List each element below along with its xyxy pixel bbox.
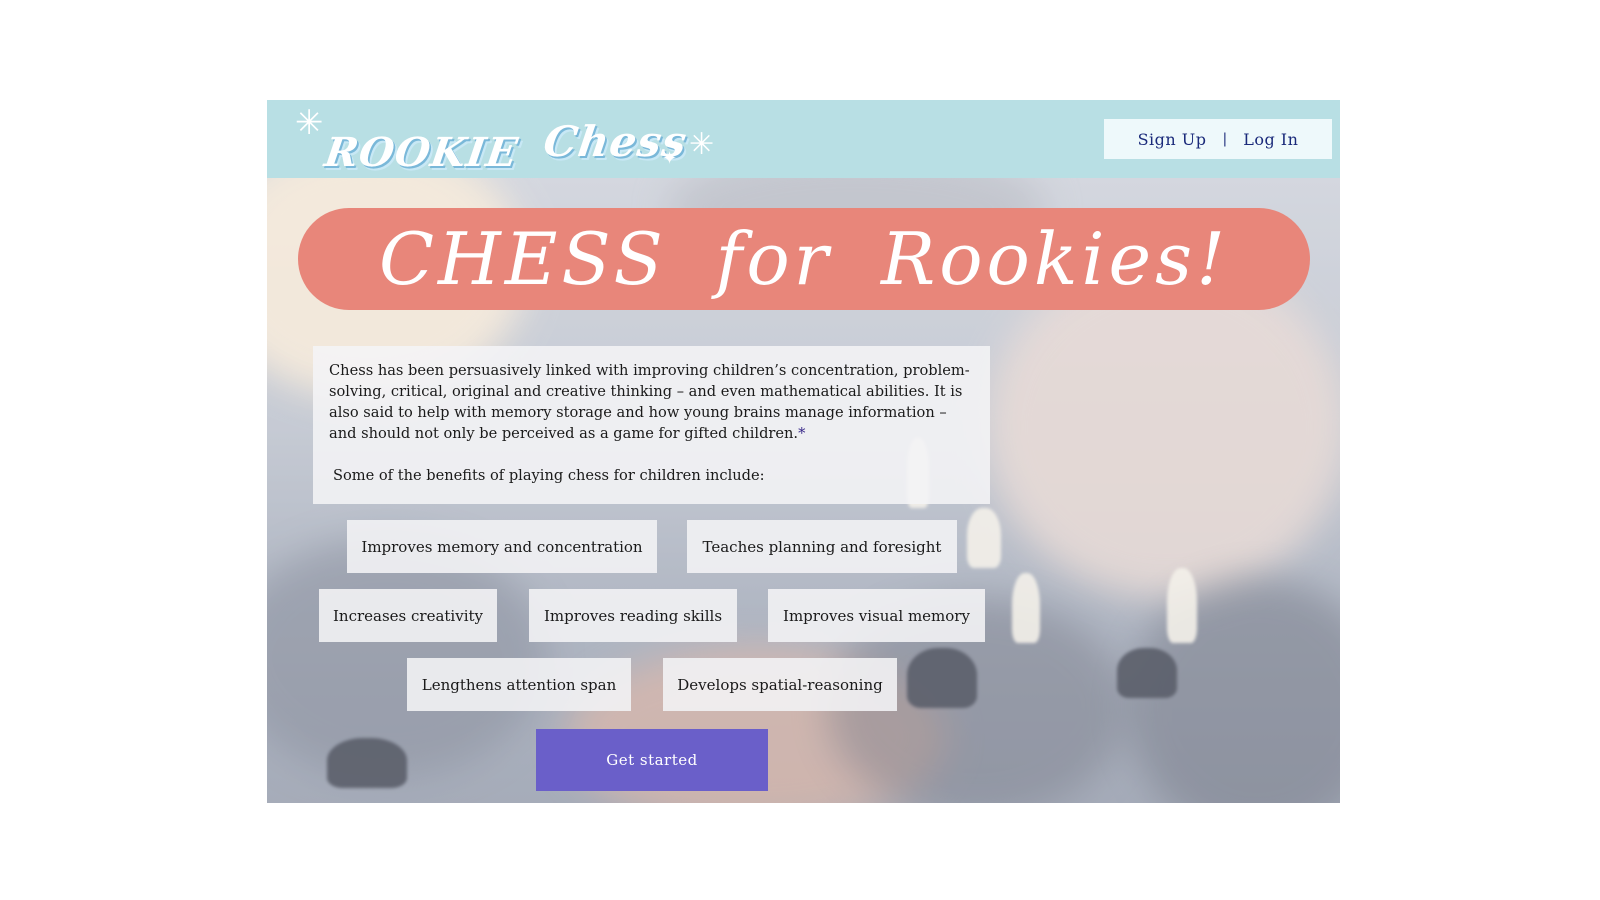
log-in-link[interactable]: Log In bbox=[1243, 130, 1298, 149]
footnote-asterisk[interactable]: * bbox=[798, 425, 805, 442]
site-header: ✳ ROOKIE Chess ✳ ✦ Sign Up | Log In bbox=[267, 100, 1340, 178]
benefit-chip: Develops spatial-reasoning bbox=[663, 658, 897, 711]
page-frame: ✳ ROOKIE Chess ✳ ✦ Sign Up | Log In CHES… bbox=[267, 100, 1340, 803]
site-logo[interactable]: ROOKIE Chess bbox=[322, 112, 691, 176]
benefit-chip: Improves visual memory bbox=[768, 589, 985, 642]
benefit-chip: Improves reading skills bbox=[529, 589, 737, 642]
hero-title: CHESS for Rookies! bbox=[378, 217, 1230, 301]
logo-word-rookie: ROOKIE bbox=[321, 129, 522, 176]
auth-links: Sign Up | Log In bbox=[1104, 119, 1332, 159]
auth-separator: | bbox=[1222, 131, 1228, 147]
sparkle-icon: ✳ bbox=[295, 103, 324, 143]
benefit-chip: Lengthens attention span bbox=[407, 658, 631, 711]
benefit-chip: Improves memory and concentration bbox=[347, 520, 657, 573]
intro-text: Chess has been persuasively linked with … bbox=[329, 362, 970, 442]
sparkle-icon: ✳ bbox=[689, 127, 715, 162]
sparkle-icon: ✦ bbox=[662, 148, 678, 169]
intro-box: Chess has been persuasively linked with … bbox=[313, 346, 990, 504]
intro-paragraph: Chess has been persuasively linked with … bbox=[329, 360, 974, 444]
benefits-heading: Some of the benefits of playing chess fo… bbox=[333, 467, 765, 484]
get-started-button[interactable]: Get started bbox=[536, 729, 768, 791]
sign-up-link[interactable]: Sign Up bbox=[1138, 130, 1207, 149]
benefit-chip: Teaches planning and foresight bbox=[687, 520, 957, 573]
benefit-chip: Increases creativity bbox=[319, 589, 497, 642]
hero-title-banner: CHESS for Rookies! bbox=[298, 208, 1310, 310]
